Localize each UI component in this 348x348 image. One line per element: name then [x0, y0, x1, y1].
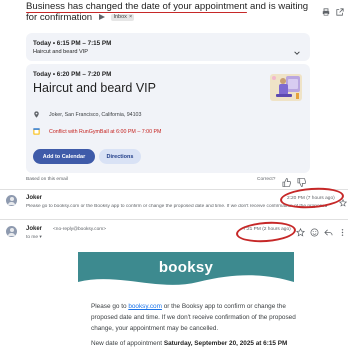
calendar-icon [33, 128, 40, 135]
new-appointment-date: New date of appointment Saturday, Septem… [91, 340, 287, 347]
booksy-logo: booksy [158, 259, 214, 276]
divider [0, 219, 348, 220]
event-card-updated: Today • 6:20 PM – 7:20 PM Haircut and be… [26, 64, 310, 173]
inbox-label-chip[interactable]: Inbox × [111, 13, 135, 21]
body-text-pre: Please go to [91, 303, 129, 310]
sender-avatar [6, 195, 17, 206]
email-subject: Business has changed the date of your ap… [26, 1, 314, 23]
event-conflict-text: Conflict with RunGymBall at 6:00 PM – 7:… [49, 128, 162, 135]
sender-name: Joker [26, 226, 43, 232]
reply-icon[interactable] [324, 224, 333, 236]
subject-underlined-text: Business has changed the date of your ap… [26, 1, 248, 12]
event-conflict-row: Conflict with RunGymBall at 6:00 PM – 7:… [33, 128, 161, 135]
sender-name: Joker [26, 195, 43, 201]
inbox-chip-label: Inbox [113, 13, 127, 20]
add-to-calendar-button[interactable]: Add to Calendar [33, 149, 95, 164]
emoji-reaction-icon[interactable] [310, 224, 319, 237]
location-pin-icon [33, 111, 40, 118]
open-in-new-icon[interactable] [336, 3, 344, 16]
event-time: Today • 6:20 PM – 7:20 PM [33, 71, 112, 78]
chip-close-icon[interactable]: × [129, 14, 132, 20]
event-location-row: Joker, San Francisco, California, 94103 [33, 111, 141, 118]
thumbs-down-icon[interactable] [297, 174, 307, 187]
event-card-previous[interactable]: Today • 6:15 PM – 7:15 PM Haircut and be… [26, 33, 310, 61]
directions-button[interactable]: Directions [99, 149, 141, 164]
feedback-buttons [282, 174, 307, 187]
message-body: Please go to booksy.com or the Booksy ap… [91, 301, 311, 334]
message-actions [295, 224, 347, 237]
correct-prompt: Correct? [257, 177, 276, 182]
header-actions [322, 3, 344, 16]
event-title: Haircut and beard VIP [33, 81, 156, 95]
label-important-icon[interactable] [98, 14, 106, 21]
sender-email: <no-reply@booksy.com> [53, 227, 107, 232]
star-icon[interactable] [295, 224, 306, 237]
thumbs-up-icon[interactable] [282, 174, 292, 187]
based-on-email-note: Based on this email [26, 177, 68, 182]
event-time: Today • 6:15 PM – 7:15 PM [33, 40, 112, 47]
chevron-down-icon[interactable] [294, 43, 300, 55]
event-title: Haircut and beard VIP [33, 49, 89, 55]
booksy-link[interactable]: booksy.com [128, 303, 162, 310]
appointment-illustration [268, 71, 304, 103]
new-date-value: Saturday, September 20, 2025 at 6:15 PM [163, 340, 288, 347]
event-location: Joker, San Francisco, California, 94103 [49, 111, 142, 118]
sender-avatar [6, 226, 17, 237]
more-options-icon[interactable] [338, 224, 347, 236]
print-icon[interactable] [322, 3, 330, 16]
recipient-toggle[interactable]: to me ▾ [26, 235, 42, 240]
new-date-label: New date of appointment [91, 340, 164, 347]
booksy-banner: booksy [78, 252, 294, 292]
message-expanded: Joker <no-reply@booksy.com> to me ▾ 7:21… [0, 222, 348, 348]
